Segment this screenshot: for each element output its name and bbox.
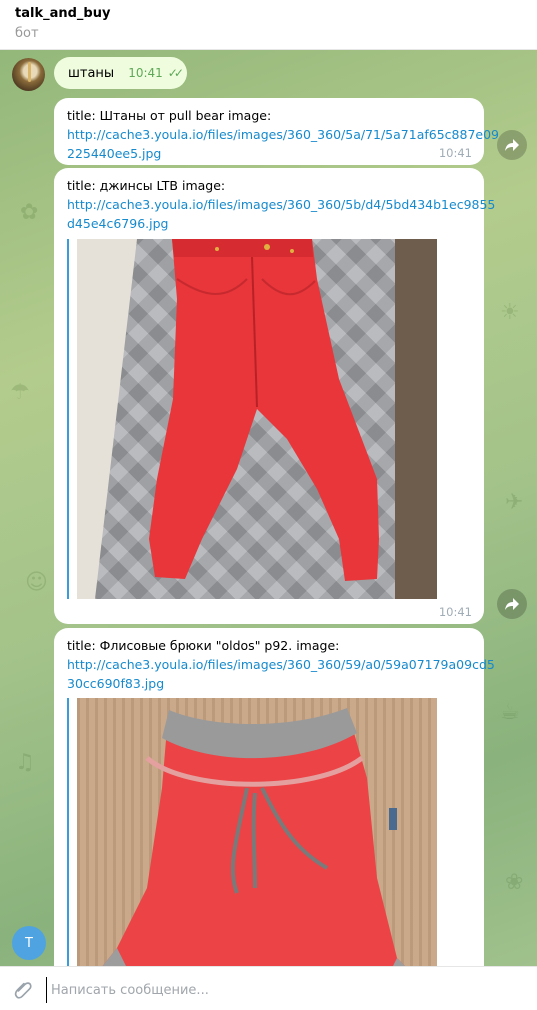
message-title-line: title: джинсы LTB image: <box>67 178 226 193</box>
image-link[interactable]: http://cache3.youla.io/files/images/360_… <box>67 655 495 674</box>
chat-status: бот <box>15 26 39 41</box>
message-time: 10:41 <box>438 605 472 619</box>
image-link-continued[interactable]: 225440ee5.jpg <box>67 144 471 163</box>
forward-button[interactable] <box>497 589 527 619</box>
doodle-pattern-icon: ✿ <box>20 200 39 225</box>
doodle-pattern-icon: ☕ <box>500 700 520 725</box>
doodle-pattern-icon: ✈ <box>505 490 524 515</box>
doodle-pattern-icon: ♫ <box>15 750 35 775</box>
message-composer[interactable] <box>0 966 537 1010</box>
incoming-message[interactable]: title: джинсы LTB image: http://cache3.y… <box>54 168 495 624</box>
message-text: штаны <box>68 65 115 81</box>
image-link[interactable]: http://cache3.youla.io/files/images/360_… <box>67 195 495 214</box>
doodle-pattern-icon: ❀ <box>505 870 524 895</box>
chat-area[interactable]: ✿ ☂ ☺ ♫ ☀ ✈ ☕ ❀ штаны 10:41 ✓✓ title: Шт… <box>0 50 537 966</box>
paperclip-icon[interactable] <box>12 979 34 1001</box>
message-time: 10:41 <box>438 146 472 160</box>
message-time: 10:41 <box>128 66 163 80</box>
red-jeans-shape <box>149 239 379 581</box>
bot-avatar[interactable]: T <box>12 926 46 960</box>
incoming-message[interactable]: title: Штаны от pull bear image: http://… <box>54 98 499 165</box>
message-title-line: title: Штаны от pull bear image: <box>67 108 272 123</box>
chat-title[interactable]: talk_and_buy <box>15 6 537 22</box>
image-link-continued[interactable]: 30cc690f83.jpg <box>67 674 471 693</box>
chat-header[interactable]: talk_and_buy бот <box>0 0 537 50</box>
message-title-line: title: Флисовые брюки "oldos" р92. image… <box>67 638 340 653</box>
incoming-message[interactable]: title: Флисовые брюки "oldos" р92. image… <box>54 628 495 966</box>
message-input[interactable] <box>46 977 523 1003</box>
link-preview[interactable] <box>67 698 437 966</box>
image-link-continued[interactable]: d45e4c6796.jpg <box>67 214 471 233</box>
doodle-pattern-icon: ☺ <box>25 570 48 595</box>
doodle-pattern-icon: ☀ <box>500 300 520 325</box>
fleece-pants-photo[interactable] <box>77 698 437 966</box>
double-check-icon: ✓✓ <box>167 66 184 80</box>
red-fleece-pants-shape <box>102 708 405 966</box>
user-avatar[interactable] <box>12 58 45 91</box>
link-preview[interactable] <box>67 239 437 599</box>
doodle-pattern-icon: ☂ <box>10 380 30 405</box>
image-link[interactable]: http://cache3.youla.io/files/images/360_… <box>67 125 499 144</box>
jeans-photo[interactable] <box>77 239 437 599</box>
outgoing-message[interactable]: штаны 10:41 ✓✓ <box>54 57 187 89</box>
share-arrow-icon <box>505 139 519 151</box>
forward-button[interactable] <box>497 130 527 160</box>
share-arrow-icon <box>505 598 519 610</box>
